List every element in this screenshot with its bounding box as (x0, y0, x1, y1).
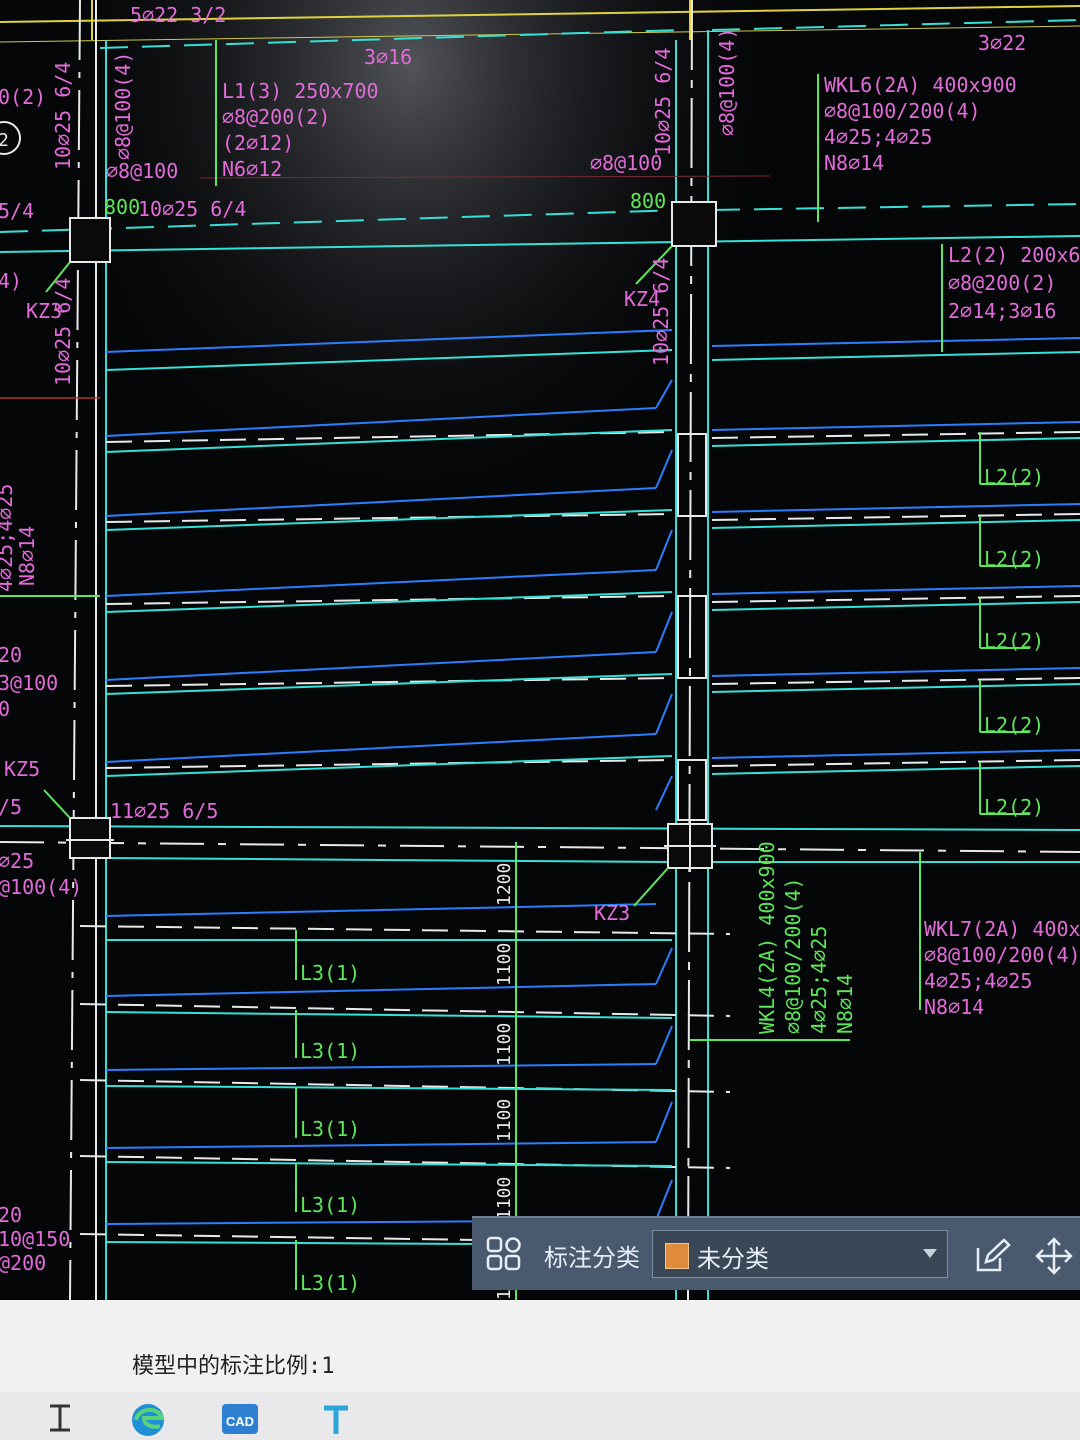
svg-text:10⌀25 6/4: 10⌀25 6/4 (649, 258, 673, 366)
svg-text:0(2): 0(2) (0, 85, 46, 109)
svg-text:800: 800 (104, 195, 140, 219)
structural-plan-drawing[interactable]: 5⌀22 3/2 3⌀22 3⌀16 L1(3) 250x700 ⌀8@200(… (0, 0, 1080, 1300)
svg-text:L3(1): L3(1) (300, 961, 360, 985)
svg-text:⌀8@100(4): ⌀8@100(4) (111, 52, 135, 160)
text-cursor-icon[interactable] (40, 1398, 80, 1438)
taskbar: CAD (0, 1392, 1080, 1440)
svg-text:4⌀25;4⌀25: 4⌀25;4⌀25 (807, 926, 831, 1034)
column-kz4 (671, 201, 717, 247)
svg-text:WKL7(2A) 400x900: WKL7(2A) 400x900 (924, 917, 1080, 941)
svg-text:10@150: 10@150 (0, 1227, 70, 1251)
category-selected-value: 未分类 (697, 1245, 769, 1273)
svg-text:L2(2): L2(2) (984, 713, 1044, 737)
svg-text:L3(1): L3(1) (300, 1117, 360, 1141)
svg-text:L2(2): L2(2) (984, 547, 1044, 571)
svg-text:@200: @200 (0, 1251, 46, 1275)
annotation-scale-text: 模型中的标注比例:1 (132, 1354, 335, 1379)
svg-text:1100: 1100 (494, 1099, 515, 1142)
svg-text:N8⌀14: N8⌀14 (15, 526, 39, 586)
svg-text:1100: 1100 (494, 1023, 515, 1066)
cad-drawing-canvas[interactable]: 5⌀22 3/2 3⌀22 3⌀16 L1(3) 250x700 ⌀8@200(… (0, 0, 1080, 1300)
column-kz5 (66, 817, 114, 859)
annotation-category-select[interactable]: 未分类 (652, 1230, 948, 1278)
svg-text:L1(3) 250x700: L1(3) 250x700 (222, 79, 379, 103)
svg-text:0: 0 (0, 697, 10, 721)
column-kz3-bottom (664, 820, 716, 872)
svg-text:L2(2) 200x600: L2(2) 200x600 (948, 243, 1080, 267)
svg-text:CAD: CAD (226, 1414, 254, 1429)
svg-text:L2(2): L2(2) (984, 629, 1044, 653)
text-tool-icon[interactable] (316, 1398, 356, 1438)
svg-text:800: 800 (630, 189, 666, 213)
edge-browser-icon[interactable] (128, 1398, 168, 1438)
grid-icon[interactable] (486, 1236, 522, 1272)
svg-text:2⌀14;3⌀16: 2⌀14;3⌀16 (948, 299, 1056, 323)
svg-text:/5: /5 (0, 795, 22, 819)
svg-text:10⌀25 6/4: 10⌀25 6/4 (651, 48, 675, 156)
svg-text:20: 20 (0, 1203, 22, 1227)
annotation-category-label: 标注分类 (544, 1244, 640, 1272)
svg-text:10⌀25 6/4: 10⌀25 6/4 (51, 62, 75, 170)
edit-icon[interactable] (972, 1236, 1012, 1276)
column-kz3-top (69, 217, 111, 263)
svg-text:L2(2): L2(2) (984, 795, 1044, 819)
top-rebar-right: 3⌀22 (978, 31, 1026, 55)
svg-text:4): 4) (0, 269, 22, 293)
svg-text:N8⌀14: N8⌀14 (824, 151, 884, 175)
svg-text:⌀25: ⌀25 (0, 849, 34, 873)
svg-text:3@100: 3@100 (0, 671, 58, 695)
column-label-kz5: KZ5 (4, 757, 40, 781)
column-label-kz3-bottom: KZ3 (594, 901, 630, 925)
svg-text:4⌀25;4⌀25: 4⌀25;4⌀25 (924, 969, 1032, 993)
svg-text:⌀8@100(4): ⌀8@100(4) (715, 28, 739, 136)
move-icon[interactable] (1034, 1236, 1074, 1276)
svg-text:⌀8@100/200(4): ⌀8@100/200(4) (781, 877, 805, 1034)
category-color-swatch (665, 1243, 689, 1269)
svg-text:WKL4(2A) 400x900: WKL4(2A) 400x900 (755, 841, 779, 1034)
svg-text:WKL6(2A) 400x900: WKL6(2A) 400x900 (824, 73, 1017, 97)
l1-top-rebar: 3⌀16 (364, 45, 412, 69)
svg-text:1100: 1100 (494, 943, 515, 986)
svg-text:5/4: 5/4 (0, 199, 34, 223)
svg-text:1100: 1100 (494, 1177, 515, 1220)
svg-text:20: 20 (0, 643, 22, 667)
svg-text:10⌀25 6/4: 10⌀25 6/4 (51, 278, 75, 386)
svg-text:1200: 1200 (494, 863, 515, 906)
svg-text:⌀8@100/200(4): ⌀8@100/200(4) (924, 943, 1080, 967)
svg-text:L3(1): L3(1) (300, 1193, 360, 1217)
svg-text:@100(4): @100(4) (0, 875, 82, 899)
svg-text:N8⌀14: N8⌀14 (833, 974, 857, 1034)
svg-text:⌀8@200(2): ⌀8@200(2) (222, 105, 330, 129)
svg-text:2: 2 (0, 130, 9, 151)
svg-text:4⌀25;4⌀25: 4⌀25;4⌀25 (824, 125, 932, 149)
stirrup-left: ⌀8@100 (106, 159, 178, 183)
svg-text:L3(1): L3(1) (300, 1271, 360, 1295)
rebar-11: 11⌀25 6/5 (110, 799, 218, 823)
svg-text:(2⌀12): (2⌀12) (222, 131, 294, 155)
svg-text:⌀8@100/200(4): ⌀8@100/200(4) (824, 99, 981, 123)
cad-app-icon[interactable]: CAD (220, 1398, 260, 1438)
svg-text:N8⌀14: N8⌀14 (924, 995, 984, 1019)
svg-text:N6⌀12: N6⌀12 (222, 157, 282, 181)
chevron-down-icon[interactable] (923, 1249, 937, 1258)
annotation-category-toolbar: 标注分类 未分类 (472, 1216, 1080, 1290)
rebar-top-left: 10⌀25 6/4 (138, 197, 246, 221)
svg-text:L3(1): L3(1) (300, 1039, 360, 1063)
svg-text:⌀8@200(2): ⌀8@200(2) (948, 271, 1056, 295)
top-rebar-left: 5⌀22 3/2 (130, 3, 226, 27)
svg-text:L2(2): L2(2) (984, 465, 1044, 489)
